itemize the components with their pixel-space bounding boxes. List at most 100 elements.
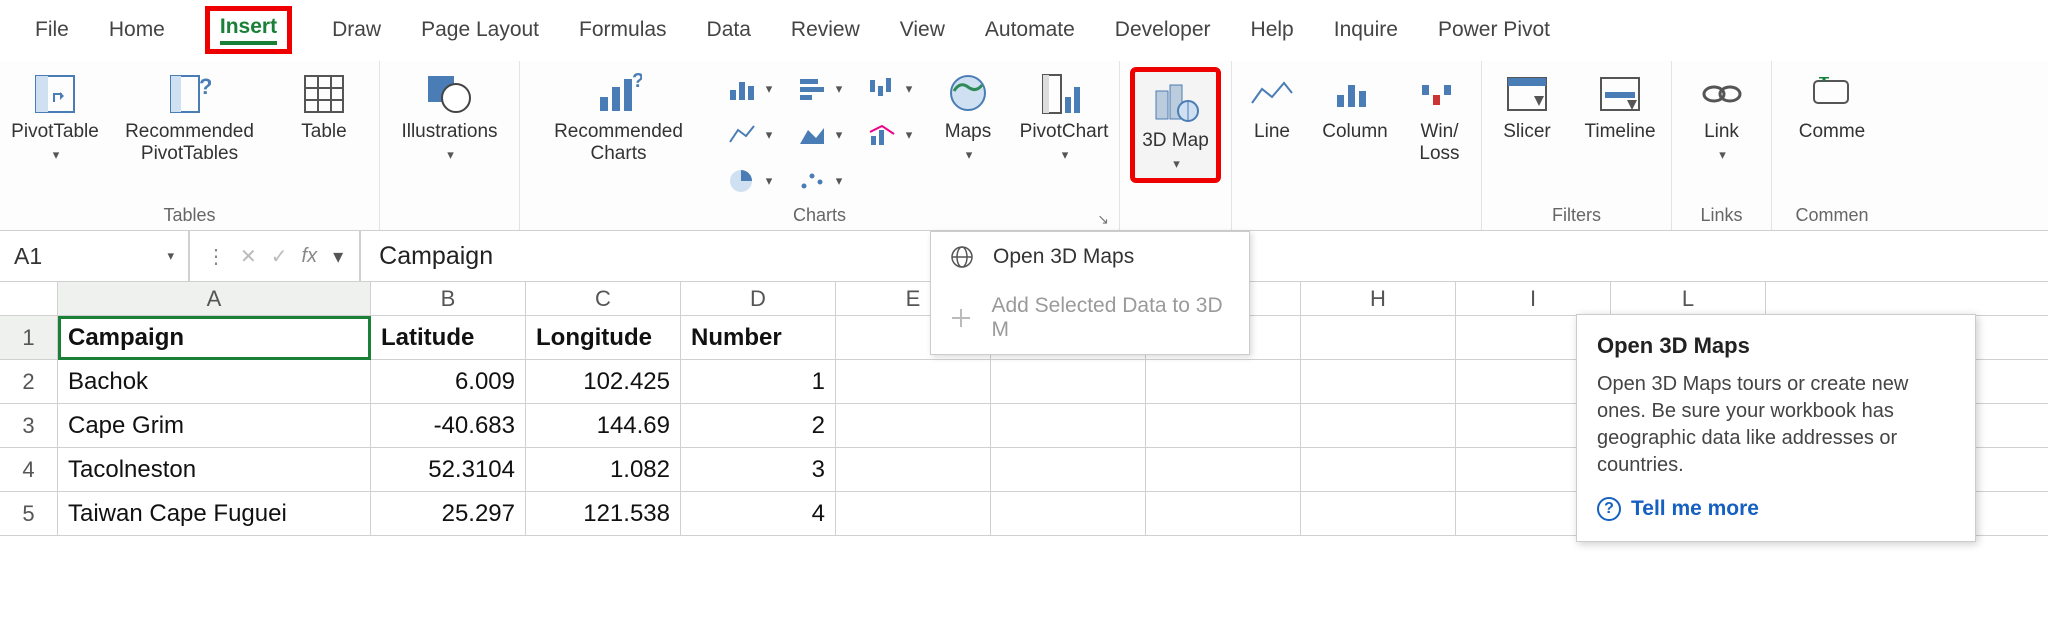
table-button[interactable]: Table [279,67,369,143]
cell-B4[interactable]: 52.3104 [371,448,526,491]
row-header-2[interactable]: 2 [0,360,58,403]
row-header-1[interactable]: 1 [0,316,58,359]
cell-C2[interactable]: 102.425 [526,360,681,403]
cell-G5[interactable] [1146,492,1301,535]
illustrations-button[interactable]: Illustrations▾ [397,67,501,165]
cell-H2[interactable] [1301,360,1456,403]
cell-E2[interactable] [836,360,991,403]
menu-home[interactable]: Home [109,18,165,42]
cell-D4[interactable]: 3 [681,448,836,491]
menu-automate[interactable]: Automate [985,18,1075,42]
row-header-5[interactable]: 5 [0,492,58,535]
cell-D2[interactable]: 1 [681,360,836,403]
col-header-C[interactable]: C [526,282,681,315]
cell-A4[interactable]: Tacolneston [58,448,371,491]
cell-F5[interactable] [991,492,1146,535]
cell-D1[interactable]: Number [681,316,836,359]
hbar-chart-button[interactable]: ▾ [793,67,847,111]
scatter-chart-button[interactable]: ▾ [793,159,847,203]
fx-label[interactable]: fx [302,245,318,268]
pivottable-button[interactable]: PivotTable▾ [10,67,100,165]
cell-D3[interactable]: 2 [681,404,836,447]
maps-button[interactable]: Maps▾ [933,67,1003,165]
sparkline-line-button[interactable]: Line [1242,67,1302,143]
row-header-3[interactable]: 3 [0,404,58,447]
pivotchart-button[interactable]: PivotChart▾ [1019,67,1109,165]
formula-buttons: ⋮ ✕ ✓ fx ▾ [190,231,361,281]
cell-A2[interactable]: Bachok [58,360,371,403]
more-icon[interactable]: ⋮ [206,244,226,269]
cell-H1[interactable] [1301,316,1456,359]
col-header-A[interactable]: A [58,282,371,315]
cell-E4[interactable] [836,448,991,491]
recommended-charts-button[interactable]: ? Recommended Charts [530,67,707,165]
menu-power-pivot[interactable]: Power Pivot [1438,18,1550,42]
combo-chart-button[interactable]: ▾ [863,113,917,157]
menu-developer[interactable]: Developer [1115,18,1211,42]
tooltip-title: Open 3D Maps [1597,333,1955,359]
chev67[interactable]: ▾ [167,248,174,264]
cancel-icon[interactable]: ✕ [240,244,257,269]
menu-help[interactable]: Help [1251,18,1294,42]
name-box[interactable]: A1 ▾ [0,231,190,281]
recommended-pivottables-button[interactable]: ? Recommended PivotTables [116,67,263,165]
cell-C3[interactable]: 144.69 [526,404,681,447]
cell-G3[interactable] [1146,404,1301,447]
select-all-corner[interactable] [0,282,58,315]
cell-B3[interactable]: -40.683 [371,404,526,447]
cell-F3[interactable] [991,404,1146,447]
menu-page-layout[interactable]: Page Layout [421,18,539,42]
open-3d-maps-item[interactable]: Open 3D Maps [931,232,1249,282]
menu-data[interactable]: Data [707,18,751,42]
tooltip-tell-me-more[interactable]: ? Tell me more [1597,497,1955,521]
cell-G4[interactable] [1146,448,1301,491]
cell-C5[interactable]: 121.538 [526,492,681,535]
dialog-launcher-icon[interactable]: ↘ [1097,211,1109,228]
menu-file[interactable]: File [35,18,69,42]
cell-C1[interactable]: Longitude [526,316,681,359]
col-header-B[interactable]: B [371,282,526,315]
line-chart-button[interactable]: ▾ [723,113,777,157]
sparkline-winloss-button[interactable]: Win/ Loss [1408,67,1471,165]
link-button[interactable]: Link▾ [1692,67,1752,165]
col-header-L[interactable]: L [1611,282,1766,315]
cell-C4[interactable]: 1.082 [526,448,681,491]
cell-A5[interactable]: Taiwan Cape Fuguei [58,492,371,535]
pie-chart-button[interactable]: ▾ [723,159,777,203]
cell-B5[interactable]: 25.297 [371,492,526,535]
cell-A1[interactable]: Campaign [58,316,371,359]
cell-F2[interactable] [991,360,1146,403]
cell-H5[interactable] [1301,492,1456,535]
menu-inquire[interactable]: Inquire [1334,18,1398,42]
menu-insert[interactable]: Insert [220,15,277,45]
chevron-down-icon[interactable]: ▾ [333,244,343,269]
enter-icon[interactable]: ✓ [271,244,288,269]
sparkline-column-button[interactable]: Column [1318,67,1392,143]
cell-F4[interactable] [991,448,1146,491]
cell-B1[interactable]: Latitude [371,316,526,359]
cell-H3[interactable] [1301,404,1456,447]
cell-E5[interactable] [836,492,991,535]
col-header-I[interactable]: I [1456,282,1611,315]
waterfall-chart-button[interactable]: ▾ [863,67,917,111]
cell-H4[interactable] [1301,448,1456,491]
cell-B2[interactable]: 6.009 [371,360,526,403]
slicer-button[interactable]: Slicer [1492,67,1562,143]
menu-review[interactable]: Review [791,18,860,42]
cell-D5[interactable]: 4 [681,492,836,535]
col-header-H[interactable]: H [1301,282,1456,315]
cell-G2[interactable] [1146,360,1301,403]
col-header-D[interactable]: D [681,282,836,315]
three-d-map-label: 3D Map [1142,130,1209,151]
cell-A3[interactable]: Cape Grim [58,404,371,447]
comment-button[interactable]: Comme [1795,67,1870,143]
timeline-button[interactable]: Timeline [1578,67,1662,143]
row-header-4[interactable]: 4 [0,448,58,491]
area-chart-button[interactable]: ▾ [793,113,847,157]
cell-E3[interactable] [836,404,991,447]
menu-draw[interactable]: Draw [332,18,381,42]
bar-chart-button[interactable]: ▾ [723,67,777,111]
three-d-map-button[interactable]: 3D Map ▾ [1137,76,1214,174]
menu-formulas[interactable]: Formulas [579,18,667,42]
menu-view[interactable]: View [900,18,945,42]
